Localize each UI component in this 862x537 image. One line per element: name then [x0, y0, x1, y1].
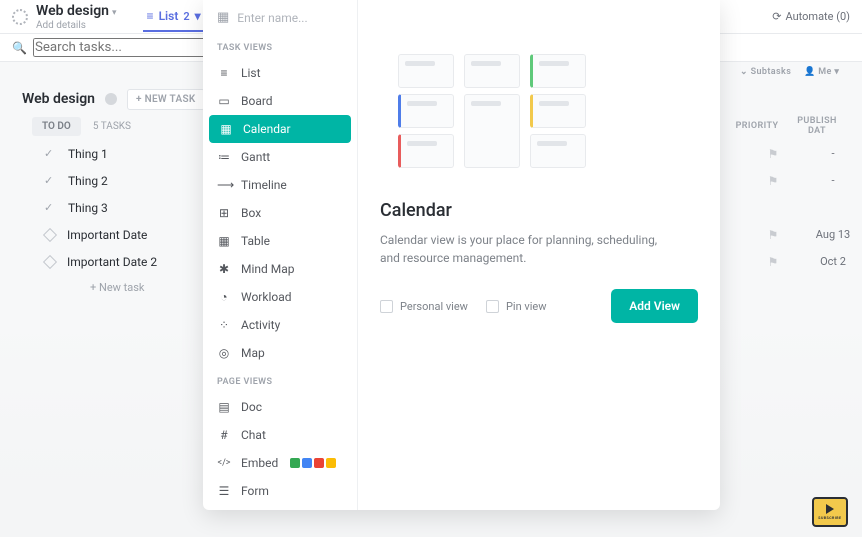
view-search: ▦: [203, 10, 357, 33]
activity-icon: ⁘: [217, 318, 231, 332]
workload-icon: ◔: [217, 290, 231, 304]
view-list-sidebar: ▦ TASK VIEWS ≡List ▭Board ▦Calendar ≔Gan…: [203, 0, 358, 510]
box-icon: ⊞: [217, 206, 231, 220]
flag-icon[interactable]: ⚑: [742, 147, 804, 161]
list-icon: ≡: [147, 9, 154, 23]
view-item-timeline[interactable]: ⟶Timeline: [203, 171, 357, 199]
column-subtasks[interactable]: ⌄ Subtasks: [740, 67, 804, 77]
task-count: 5 TASKS: [93, 121, 131, 132]
view-tab-count: 2: [183, 10, 189, 23]
task-name: Thing 1: [68, 147, 108, 161]
task-name: Important Date 2: [67, 255, 157, 269]
milestone-icon: [43, 254, 57, 268]
checkbox-icon: [486, 300, 499, 313]
info-icon[interactable]: [105, 93, 117, 105]
task-name: Thing 2: [68, 174, 108, 188]
view-name-input[interactable]: [237, 11, 343, 25]
space-avatar-icon: [12, 9, 28, 25]
flag-icon[interactable]: ⚑: [742, 255, 804, 269]
task-date[interactable]: Oct 2: [804, 255, 862, 268]
search-input[interactable]: [33, 38, 214, 57]
view-item-map[interactable]: ◎Map: [203, 339, 357, 367]
task-name: Important Date: [67, 228, 147, 242]
mindmap-icon: ✱: [217, 262, 231, 276]
checkbox-icon: [380, 300, 393, 313]
space-header[interactable]: Web design▾ Add details: [36, 3, 117, 31]
task-date[interactable]: -: [804, 147, 862, 160]
form-icon: ☰: [217, 484, 231, 498]
search-icon: 🔍: [12, 41, 27, 55]
view-item-mindmap[interactable]: ✱Mind Map: [203, 255, 357, 283]
chevron-down-icon: ▾: [195, 9, 201, 23]
flag-icon[interactable]: ⚑: [742, 174, 804, 188]
subscribe-badge[interactable]: SUBSCRIBE: [812, 497, 848, 527]
column-me[interactable]: 👤 Me ▾: [804, 67, 846, 77]
preview-title: Calendar: [380, 200, 698, 221]
chevron-down-icon: ▾: [112, 8, 117, 18]
check-icon: ✓: [44, 147, 58, 160]
space-subtitle[interactable]: Add details: [36, 20, 117, 31]
gantt-icon: ≔: [217, 150, 231, 164]
timeline-icon: ⟶: [217, 178, 231, 192]
section-page-views: PAGE VIEWS: [203, 367, 357, 393]
space-title: Web design: [36, 3, 109, 19]
milestone-icon: [43, 227, 57, 241]
board-icon: ▭: [217, 94, 231, 108]
view-item-doc[interactable]: ▤Doc: [203, 393, 357, 421]
table-icon: ▦: [217, 234, 231, 248]
column-publish-date[interactable]: PUBLISH DAT: [788, 116, 846, 136]
view-switcher-panel: ▦ TASK VIEWS ≡List ▭Board ▦Calendar ≔Gan…: [203, 0, 720, 510]
section-task-views: TASK VIEWS: [203, 33, 357, 59]
view-item-table[interactable]: ▦Table: [203, 227, 357, 255]
embed-badges: [290, 458, 336, 468]
calendar-preview: [380, 54, 698, 168]
pin-view-checkbox[interactable]: Pin view: [486, 300, 547, 313]
task-name: Thing 3: [68, 201, 108, 215]
embed-icon: </>: [217, 458, 231, 468]
subscribe-label: SUBSCRIBE: [818, 515, 841, 520]
view-item-box[interactable]: ⊞Box: [203, 199, 357, 227]
calendar-icon: ▦: [219, 122, 233, 136]
view-tab-list[interactable]: ≡ List 2 ▾: [143, 1, 205, 32]
personal-view-checkbox[interactable]: Personal view: [380, 300, 468, 313]
check-icon: ✓: [44, 174, 58, 187]
preview-footer: Personal view Pin view Add View: [380, 289, 698, 323]
doc-icon: ▤: [217, 400, 231, 414]
view-item-calendar[interactable]: ▦Calendar: [209, 115, 351, 143]
list-title: Web design: [22, 91, 95, 107]
view-item-form[interactable]: ☰Form: [203, 477, 357, 505]
flag-icon[interactable]: ⚑: [742, 228, 804, 242]
task-date[interactable]: Aug 13: [804, 228, 862, 241]
view-item-embed[interactable]: </> Embed: [203, 449, 357, 477]
column-priority[interactable]: PRIORITY: [726, 121, 788, 131]
task-date[interactable]: -: [804, 174, 862, 187]
view-item-gantt[interactable]: ≔Gantt: [203, 143, 357, 171]
add-view-button[interactable]: Add View: [611, 289, 698, 323]
view-preview-pane: Calendar Calendar view is your place for…: [358, 0, 720, 510]
new-task-button[interactable]: + NEW TASK: [127, 89, 205, 110]
view-item-workload[interactable]: ◔Workload: [203, 283, 357, 311]
map-icon: ◎: [217, 346, 231, 360]
view-item-board[interactable]: ▭Board: [203, 87, 357, 115]
check-icon: ✓: [44, 201, 58, 214]
list-icon: ≡: [217, 66, 231, 80]
status-pill-todo[interactable]: TO DO: [32, 117, 81, 136]
preview-description: Calendar view is your place for planning…: [380, 231, 680, 267]
top-bar-right: ⟳ Automate (0): [772, 10, 850, 23]
view-tab-label: List: [159, 9, 179, 23]
view-item-list[interactable]: ≡List: [203, 59, 357, 87]
view-item-activity[interactable]: ⁘Activity: [203, 311, 357, 339]
chat-icon: #: [217, 428, 231, 442]
play-icon: [826, 504, 834, 514]
automate-button[interactable]: ⟳ Automate (0): [772, 10, 850, 23]
calendar-icon: ▦: [217, 10, 229, 25]
view-item-chat[interactable]: #Chat: [203, 421, 357, 449]
